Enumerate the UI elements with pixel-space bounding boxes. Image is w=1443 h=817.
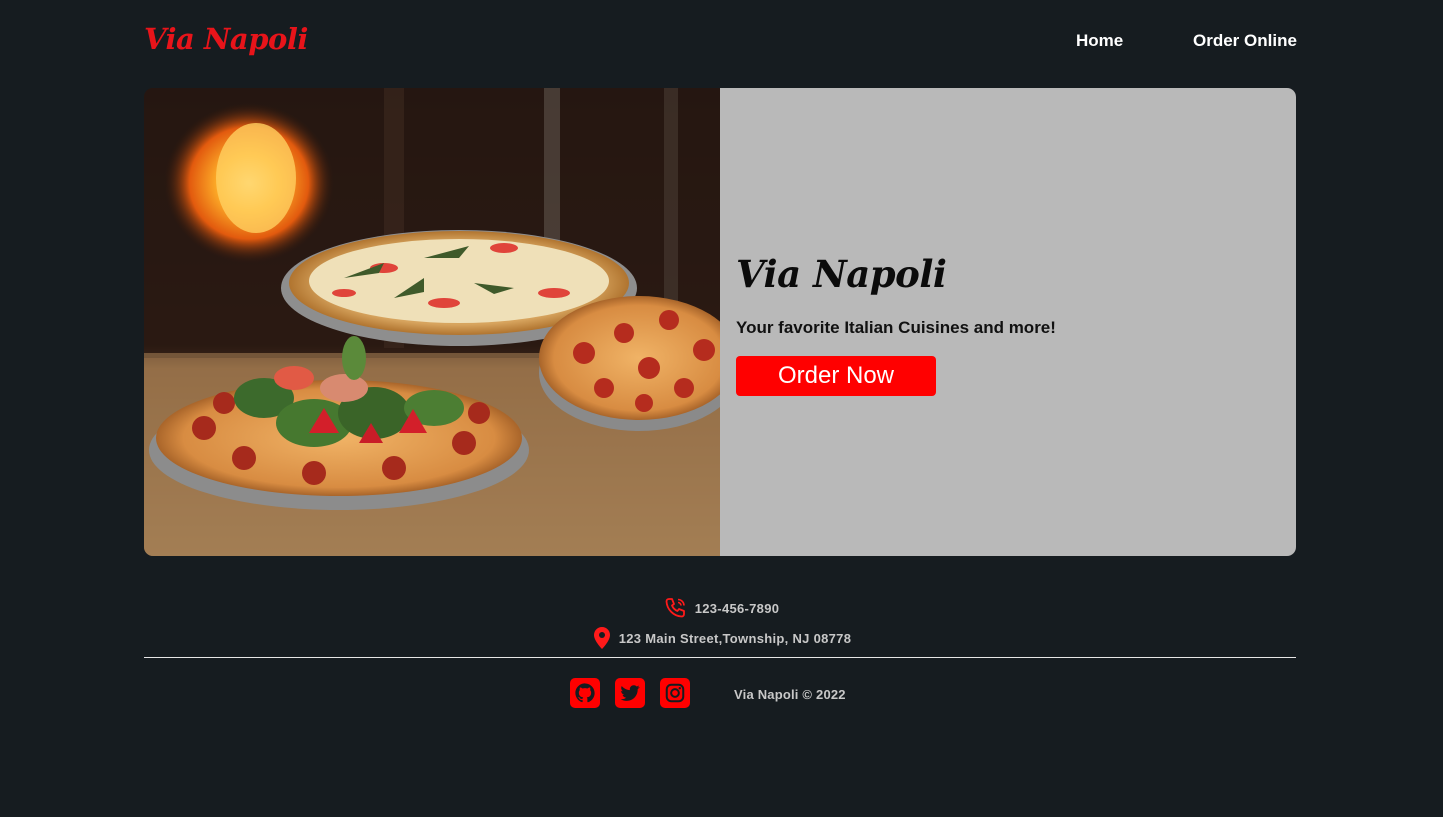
twitter-icon[interactable] <box>615 678 645 708</box>
logo[interactable]: Via Napoli <box>144 22 308 56</box>
hero-section: Via Napoli Your favorite Italian Cuisine… <box>144 88 1296 556</box>
hero-text-panel: Via Napoli Your favorite Italian Cuisine… <box>720 88 1296 556</box>
instagram-icon[interactable] <box>660 678 690 708</box>
phone-icon <box>664 596 688 620</box>
phone-number[interactable]: 123-456-7890 <box>695 601 780 616</box>
contact-phone: 123-456-7890 <box>0 596 1443 620</box>
github-icon[interactable] <box>570 678 600 708</box>
pizza-photo <box>144 88 720 556</box>
hero-title: Via Napoli <box>736 252 947 296</box>
location-pin-icon <box>592 626 612 650</box>
nav-order-online-link[interactable]: Order Online <box>1193 31 1297 51</box>
nav-home-link[interactable]: Home <box>1076 31 1123 51</box>
copyright-text: Via Napoli © 2022 <box>734 687 846 702</box>
hero-subtitle: Your favorite Italian Cuisines and more! <box>736 318 1056 337</box>
footer-divider <box>144 657 1296 658</box>
contact-address: 123 Main Street,Township, NJ 08778 <box>0 626 1443 650</box>
page: Via Napoli Home Order Online Via Napoli … <box>0 0 1443 817</box>
order-now-button[interactable]: Order Now <box>736 356 936 396</box>
address-text: 123 Main Street,Township, NJ 08778 <box>618 630 852 646</box>
